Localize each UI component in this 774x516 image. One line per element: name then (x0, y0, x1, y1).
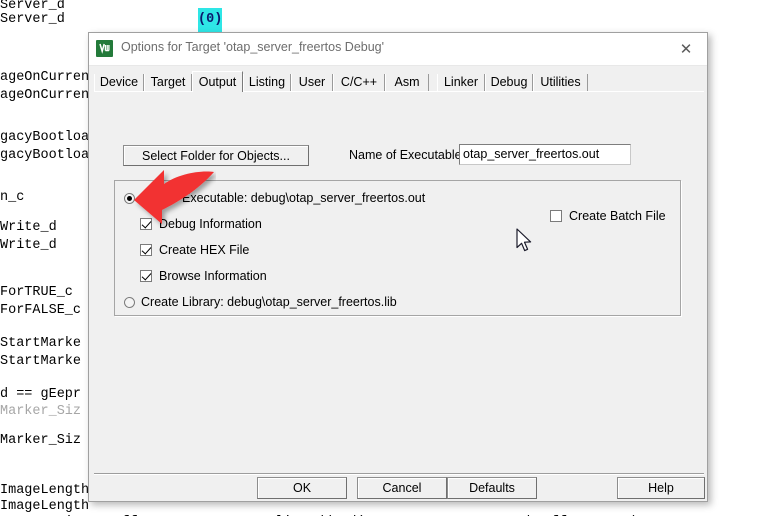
tab-listing[interactable]: Listing (243, 74, 291, 91)
code-line: (0) (198, 8, 223, 32)
options-for-target-dialog: Options for Target 'otap_server_freertos… (88, 32, 708, 502)
select-folder-for-objects-button[interactable]: Select Folder for Objects... (123, 145, 309, 166)
debug-information-checkbox[interactable] (140, 218, 152, 230)
tab-strip: Device Target Output Listing User C/C++ Asm Lin… (94, 71, 704, 92)
debug-information-label: Debug Information (159, 217, 262, 231)
code-line: gacyBootloa (0, 148, 90, 163)
create-hex-file-label: Create HEX File (159, 243, 250, 257)
create-library-radio[interactable] (124, 296, 135, 308)
ok-button[interactable]: OK (257, 477, 347, 499)
tab-utilities[interactable]: Utilities (533, 74, 588, 91)
code-line: Marker_Siz (0, 404, 82, 419)
code-line: StartMarke (0, 354, 82, 369)
create-executable-radio-row[interactable]: Create Executable: debug\otap_server_fre… (124, 191, 425, 205)
tab-c-c-[interactable]: C/C++ (333, 74, 385, 91)
code-line: n_c (0, 190, 25, 205)
help-button[interactable]: Help (617, 477, 705, 499)
output-options-groupbox: Create Executable: debug\otap_server_fre… (114, 180, 681, 316)
tab-device[interactable]: Device (94, 74, 144, 91)
code-line: SectorsBitmap Offset c gEepromAlignAddr … (0, 511, 640, 516)
output-tab-panel: Select Folder for Objects... Name of Exe… (94, 91, 704, 472)
footer-separator (94, 473, 704, 475)
code-line: Write_d (0, 238, 57, 253)
create-library-radio-row[interactable]: Create Library: debug\otap_server_freert… (124, 295, 397, 309)
create-batch-file-label: Create Batch File (569, 209, 666, 223)
code-line: ageOnCurren (0, 88, 90, 103)
create-batch-file-checkbox[interactable] (550, 210, 562, 222)
name-of-executable-input[interactable]: otap_server_freertos.out (459, 144, 631, 165)
browse-information-checkbox[interactable] (140, 270, 152, 282)
close-icon[interactable]: ✕ (665, 33, 707, 65)
dialog-title: Options for Target 'otap_server_freertos… (121, 40, 385, 54)
tab-target[interactable]: Target (144, 74, 192, 91)
uvision-app-icon (96, 40, 113, 57)
browse-information-row[interactable]: Browse Information (140, 269, 267, 283)
code-line: ForFALSE_c (0, 303, 82, 318)
dialog-title-bar: Options for Target 'otap_server_freertos… (89, 33, 707, 66)
create-hex-file-checkbox[interactable] (140, 244, 152, 256)
cancel-button[interactable]: Cancel (357, 477, 447, 499)
create-batch-file-row[interactable]: Create Batch File (550, 209, 666, 223)
tab-linker[interactable]: Linker (437, 74, 485, 91)
tab-asm[interactable]: Asm (385, 74, 429, 91)
tab-debug[interactable]: Debug (485, 74, 533, 91)
debug-information-row[interactable]: Debug Information (140, 217, 262, 231)
tab-user[interactable]: User (291, 74, 333, 91)
create-executable-radio[interactable] (124, 192, 135, 204)
name-of-executable-label: Name of Executable: (349, 148, 466, 162)
tab-output[interactable]: Output (192, 71, 243, 92)
create-executable-label: Create Executable: debug\otap_server_fre… (141, 191, 426, 205)
code-line: Marker_Siz (0, 433, 82, 448)
defaults-button[interactable]: Defaults (447, 477, 537, 499)
create-hex-file-row[interactable]: Create HEX File (140, 243, 249, 257)
browse-information-label: Browse Information (159, 269, 267, 283)
code-line: Server_d (0, 12, 65, 27)
create-library-label: Create Library: debug\otap_server_freert… (141, 295, 397, 309)
